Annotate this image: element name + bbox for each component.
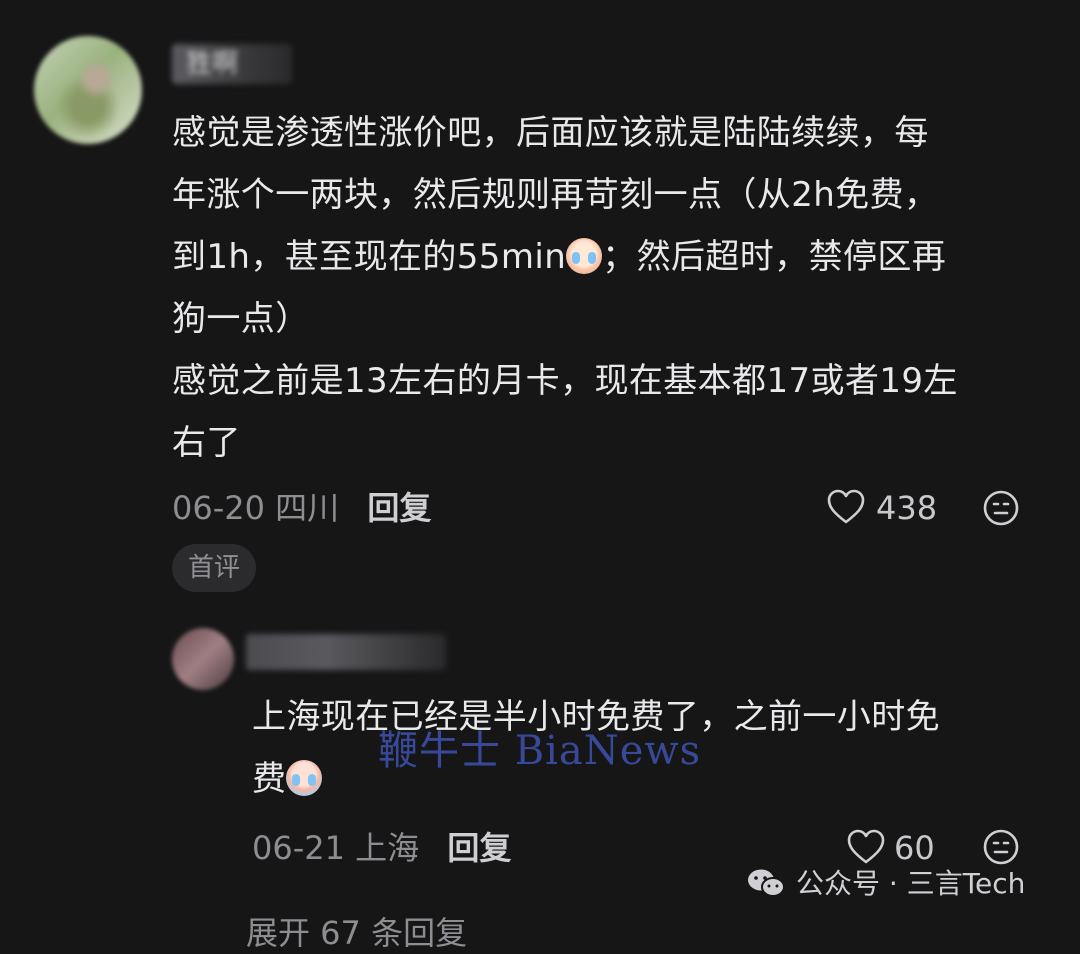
reply-location: 上海 bbox=[355, 829, 420, 867]
reply-line-with-emoji: 费 bbox=[252, 748, 323, 810]
crying-emoji-icon bbox=[566, 238, 603, 274]
reply-text: 费 bbox=[252, 759, 287, 799]
like-count: 438 bbox=[876, 489, 938, 527]
username-blurred[interactable] bbox=[246, 634, 446, 670]
emoji-reaction-icon[interactable] bbox=[982, 489, 1020, 527]
heart-icon[interactable] bbox=[846, 828, 886, 866]
comment-line: 感觉之前是13左右的月卡，现在基本都17或者19左 bbox=[172, 361, 958, 401]
account-watermark: 公众号 · 三言Tech bbox=[746, 862, 1025, 912]
comment-line: 狗一点） bbox=[172, 299, 310, 339]
expand-replies-link[interactable]: 展开 67 条回复 bbox=[246, 908, 467, 954]
comment-line-with-emoji: 到1h，甚至现在的55min ；然后超时，禁停区再 bbox=[172, 226, 946, 288]
comment-line: 右了 bbox=[172, 423, 241, 463]
comment-date: 06-20 bbox=[172, 489, 265, 527]
wechat-icon bbox=[746, 867, 786, 912]
comment-meta: 06-20 四川 回复 bbox=[172, 488, 431, 528]
brand-name: 三言Tech bbox=[906, 867, 1026, 900]
watermark: 鞭牛士 BiaNews bbox=[378, 728, 702, 774]
avatar[interactable] bbox=[34, 36, 142, 144]
comment-text: 到1h，甚至现在的55min bbox=[172, 237, 567, 277]
avatar[interactable] bbox=[172, 628, 234, 690]
comment-line: 年涨个一两块，然后规则再苛刻一点（从2h免费， bbox=[172, 175, 939, 215]
first-comment-badge: 首评 bbox=[172, 544, 257, 592]
heart-icon[interactable] bbox=[826, 488, 866, 526]
username[interactable]: 狌啊 bbox=[172, 44, 292, 84]
emoji-reaction-icon[interactable] bbox=[982, 828, 1020, 866]
comment-line: 感觉是渗透性涨价吧，后面应该就是陆陆续续，每 bbox=[172, 113, 929, 153]
comment-text: ；然后超时，禁停区再 bbox=[602, 237, 947, 277]
brand-prefix: 公众号 · bbox=[796, 867, 907, 900]
comment-location: 四川 bbox=[275, 489, 340, 527]
reply-button[interactable]: 回复 bbox=[447, 829, 511, 867]
reply-meta: 06-21 上海 回复 bbox=[252, 828, 511, 868]
reply-button[interactable]: 回复 bbox=[367, 489, 431, 527]
crying-emoji-icon bbox=[286, 760, 323, 796]
reply-date: 06-21 bbox=[252, 829, 345, 867]
